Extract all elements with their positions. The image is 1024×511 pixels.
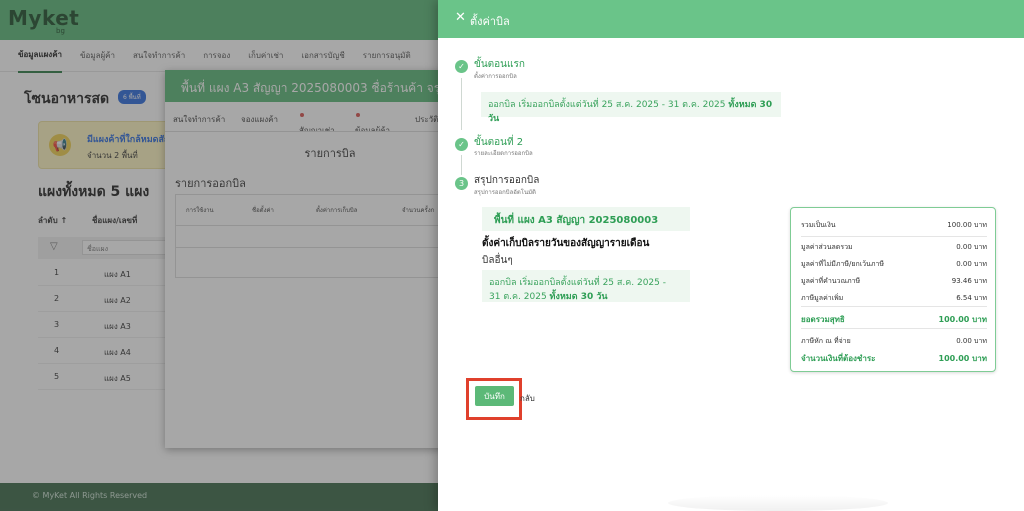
- summary-period: ออกบิล เริ่มออกบิลตั้งแต่วันที่ 25 ส.ค. …: [482, 270, 690, 302]
- summary-withholding: ภาษีหัก ณ ที่จ่าย 0.00 บาท: [801, 337, 987, 345]
- bill-summary-card: รวมเป็นเงิน 100.00 บาท มูลค่าส่วนลดรวม 0.0…: [790, 207, 996, 372]
- step-3-desc: สรุปการออกบิลอัตโนมัติ: [474, 189, 536, 196]
- bill-other-label: บิลอื่นๆ: [482, 255, 513, 266]
- save-button[interactable]: บันทึก: [475, 386, 514, 406]
- step-2-desc: รายละเอียดการออกบิล: [474, 150, 533, 157]
- step-1-desc: ตั้งค่าการออกบิล: [474, 73, 517, 80]
- back-button[interactable]: กลับ: [520, 392, 535, 405]
- summary-net-total: ยอดรวมสุทธิ 100.00 บาท: [801, 315, 987, 324]
- bill-settings-drawer: ✕ ตั้งค่าบิล ✓ ขั้นตอนแรก ตั้งค่าการออกบ…: [438, 0, 1024, 511]
- step-2-check-icon: ✓: [455, 138, 468, 151]
- close-icon[interactable]: ✕: [455, 10, 466, 25]
- summary-amount-due: จำนวนเงินที่ต้องชำระ 100.00 บาท: [801, 354, 987, 363]
- summary-subtotal: รวมเป็นเงิน 100.00 บาท: [801, 221, 987, 229]
- bill-type-title: ตั้งค่าเก็บบิลรายวันของสัญญารายเดือน: [482, 238, 650, 249]
- step-3-number-icon: 3: [455, 177, 468, 190]
- zone-contract-label: พื้นที่ แผง A3 สัญญา 2025080003: [482, 207, 690, 231]
- summary-non-taxable: มูลค่าที่ไม่มีภาษี/ยกเว้นภาษี 0.00 บาท: [801, 260, 987, 268]
- summary-vat: ภาษีมูลค่าเพิ่ม 6.54 บาท: [801, 294, 987, 302]
- drawer-header: ✕ ตั้งค่าบิล: [438, 0, 1024, 38]
- step-1-title[interactable]: ขั้นตอนแรก: [474, 57, 525, 72]
- drawer-title: ตั้งค่าบิล: [470, 15, 510, 28]
- step-1-period: ออกบิล เริ่มออกบิลตั้งแต่วันที่ 25 ส.ค. …: [481, 92, 781, 124]
- step-3-title[interactable]: สรุปการออกบิล: [474, 173, 539, 188]
- step-1-check-icon: ✓: [455, 60, 468, 73]
- summary-discount: มูลค่าส่วนลดรวม 0.00 บาท: [801, 243, 987, 251]
- summary-taxable: มูลค่าที่คำนวณภาษี 93.46 บาท: [801, 277, 987, 285]
